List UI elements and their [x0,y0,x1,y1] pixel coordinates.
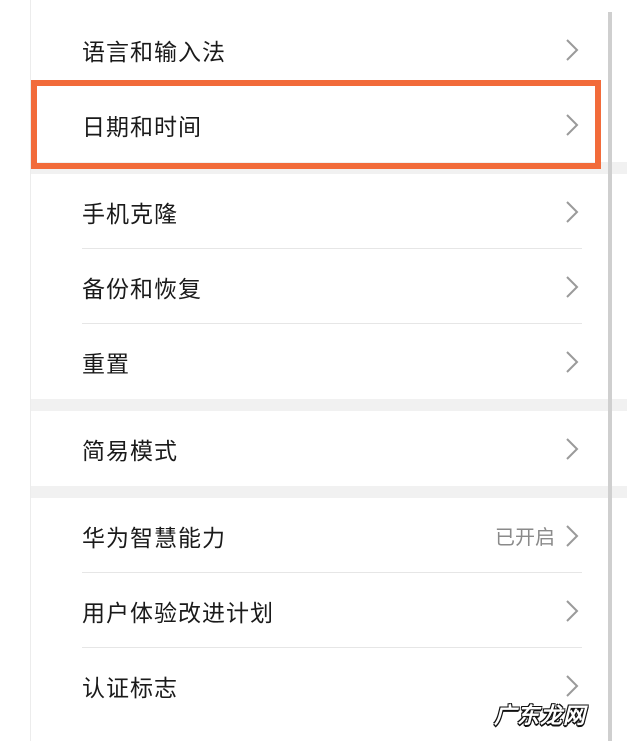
settings-item-language-input[interactable]: 语言和输入法 [31,12,599,87]
chevron-right-icon [566,437,579,460]
chevron-right-icon [566,350,579,373]
chevron-right-icon [566,275,579,298]
settings-item-label: 日期和时间 [82,114,202,141]
scrollbar[interactable] [608,12,612,741]
chevron-right-icon [566,599,579,622]
settings-group-data: 手机克隆 备份和恢复 重置 [31,174,599,399]
settings-item-backup-restore[interactable]: 备份和恢复 [31,249,599,324]
settings-group-simple-mode: 简易模式 [31,411,599,486]
watermark-logo: 广东龙网 [494,703,587,729]
settings-item-label: 手机克隆 [82,201,178,228]
section-spacer [31,162,627,174]
chevron-right-icon [566,674,579,697]
chevron-right-icon [566,113,579,136]
settings-item-date-time[interactable]: 日期和时间 [31,87,599,162]
section-spacer [31,399,627,411]
settings-group-huawei: 华为智慧能力 已开启 用户体验改进计划 认证标志 [31,498,599,723]
settings-item-huawei-smart[interactable]: 华为智慧能力 已开启 [31,498,599,573]
settings-screen: 语言和输入法 日期和时间 手机克隆 备份和恢复 重置 简易模式 华为智慧能力 已… [0,0,627,741]
settings-item-label: 简易模式 [82,438,178,465]
settings-item-label: 认证标志 [82,675,178,702]
settings-item-user-experience[interactable]: 用户体验改进计划 [31,573,599,648]
settings-item-label: 语言和输入法 [82,39,226,66]
settings-item-phone-clone[interactable]: 手机克隆 [31,174,599,249]
settings-item-label: 备份和恢复 [82,276,202,303]
settings-item-simple-mode[interactable]: 简易模式 [31,411,599,486]
settings-item-reset[interactable]: 重置 [31,324,599,399]
chevron-right-icon [566,524,579,547]
settings-item-status: 已开启 [495,525,555,549]
settings-item-label: 华为智慧能力 [82,525,226,552]
settings-item-label: 用户体验改进计划 [82,600,274,627]
section-spacer [31,486,627,498]
chevron-right-icon [566,200,579,223]
chevron-right-icon [566,38,579,61]
settings-group-system: 语言和输入法 日期和时间 [31,12,599,162]
settings-item-label: 重置 [82,351,130,378]
